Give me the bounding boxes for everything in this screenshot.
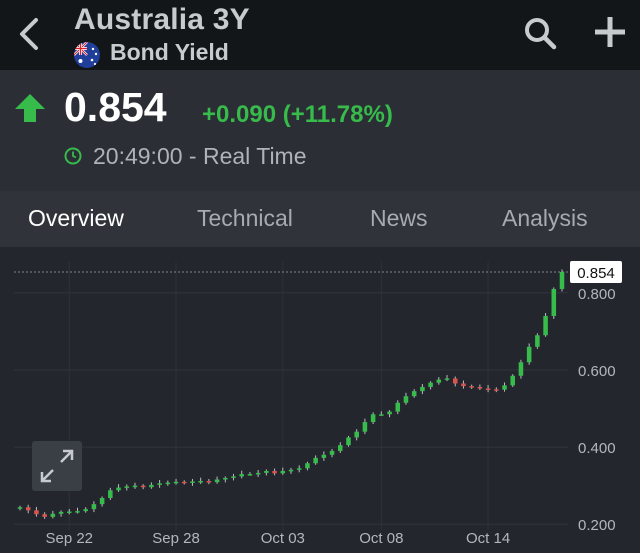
candle-body <box>247 474 253 476</box>
candle-body <box>223 477 228 480</box>
y-tick-label: 0.600 <box>578 363 616 380</box>
candle-body <box>411 391 417 397</box>
tab-bar: Overview Technical News Analysis <box>0 191 640 247</box>
candle-body <box>436 379 442 383</box>
australia-flag-icon <box>74 42 100 68</box>
tab-analysis[interactable]: Analysis <box>502 205 588 232</box>
candle-body <box>543 315 548 336</box>
candle-body <box>181 481 187 484</box>
candle-body <box>559 272 565 289</box>
candle-body <box>288 469 294 472</box>
candle-body <box>477 386 483 389</box>
candle-body <box>296 468 302 470</box>
candle-body <box>305 463 310 469</box>
candle-body <box>149 484 154 488</box>
candle-body <box>58 511 64 514</box>
candle-body <box>362 422 368 432</box>
x-tick-label: Sep 28 <box>152 530 200 547</box>
candle-body <box>485 388 491 390</box>
candle-body <box>502 385 507 390</box>
candle-body <box>50 513 56 517</box>
candle-body <box>469 386 474 388</box>
instrument-subtitle: Bond Yield <box>110 39 229 65</box>
candle-body <box>91 504 97 510</box>
candle-body <box>329 450 335 455</box>
candle-body <box>83 509 88 512</box>
candle-body <box>321 454 327 458</box>
candle-body <box>272 471 277 474</box>
x-tick-label: Oct 03 <box>261 530 305 547</box>
candle-body <box>444 378 450 380</box>
candle-body <box>403 396 409 403</box>
candle-body <box>420 386 425 392</box>
x-tick-label: Oct 14 <box>466 530 510 547</box>
price-change: +0.090 (+11.78%) <box>202 101 393 128</box>
candle-body <box>510 375 516 386</box>
candle-body <box>157 483 162 485</box>
candle-body <box>66 511 72 513</box>
candle-body <box>526 346 532 363</box>
candle-body <box>108 490 113 498</box>
candle-body <box>190 481 195 483</box>
last-price: 0.854 <box>64 84 167 130</box>
expand-chart-button[interactable] <box>32 441 82 491</box>
price-chart[interactable]: 0.800 0.600 0.400 0.200 Sep 22 Sep 28 Oct 03 Oc… <box>0 247 640 553</box>
y-tick-label: 0.800 <box>578 286 616 303</box>
candle-body <box>387 411 392 415</box>
candle-body <box>264 471 269 473</box>
quote-panel: 0.854 +0.090 (+11.78%) 20:49:00 - Real T… <box>0 70 640 191</box>
last-value-label: 0.854 <box>577 265 615 282</box>
top-bar: Australia 3Y Bond Yield <box>0 0 640 70</box>
candle-body <box>346 437 351 446</box>
candle-body <box>42 514 47 517</box>
up-arrow-icon <box>15 94 45 122</box>
candle-body <box>116 487 121 491</box>
candle-body <box>231 476 236 478</box>
tab-overview[interactable]: Overview <box>28 205 124 232</box>
candle-body <box>17 507 23 509</box>
candle-body <box>280 471 286 474</box>
candle-body <box>75 511 80 513</box>
candle-body <box>518 362 524 376</box>
candle-body <box>379 414 384 416</box>
x-tick-label: Oct 08 <box>359 530 403 547</box>
candle-body <box>494 389 499 391</box>
candle-body <box>239 474 245 477</box>
candle-body <box>132 485 138 488</box>
candle-body <box>255 472 261 475</box>
candle-body <box>173 481 179 484</box>
candle-body <box>395 402 401 412</box>
tab-technical[interactable]: Technical <box>197 205 293 232</box>
candle-body <box>551 288 557 316</box>
candle-body <box>25 507 31 511</box>
instrument-title: Australia 3Y <box>74 3 250 36</box>
candle-body <box>354 431 359 438</box>
candle-body <box>452 378 458 384</box>
candle-body <box>313 457 318 464</box>
candle-body <box>370 414 376 423</box>
quote-time: 20:49:00 - Real Time <box>93 143 307 169</box>
candle-body <box>535 335 540 347</box>
clock-icon <box>64 147 82 165</box>
candle-body <box>99 497 105 505</box>
back-chevron-icon[interactable] <box>14 14 44 54</box>
candle-body <box>165 482 171 485</box>
y-tick-label: 0.200 <box>578 517 616 534</box>
search-icon[interactable] <box>522 15 558 51</box>
candle-body <box>34 510 39 515</box>
tab-news[interactable]: News <box>370 205 428 232</box>
candle-body <box>198 481 203 483</box>
candle-body <box>428 382 433 387</box>
candle-body <box>461 383 466 387</box>
y-tick-label: 0.400 <box>578 440 616 457</box>
x-tick-label: Sep 22 <box>45 530 93 547</box>
plus-icon[interactable] <box>592 14 628 50</box>
candle-body <box>140 485 146 488</box>
candle-body <box>206 481 212 483</box>
candle-body <box>337 445 343 451</box>
expand-icon <box>40 449 74 483</box>
candle-body <box>214 479 220 483</box>
candle-body <box>124 486 130 488</box>
